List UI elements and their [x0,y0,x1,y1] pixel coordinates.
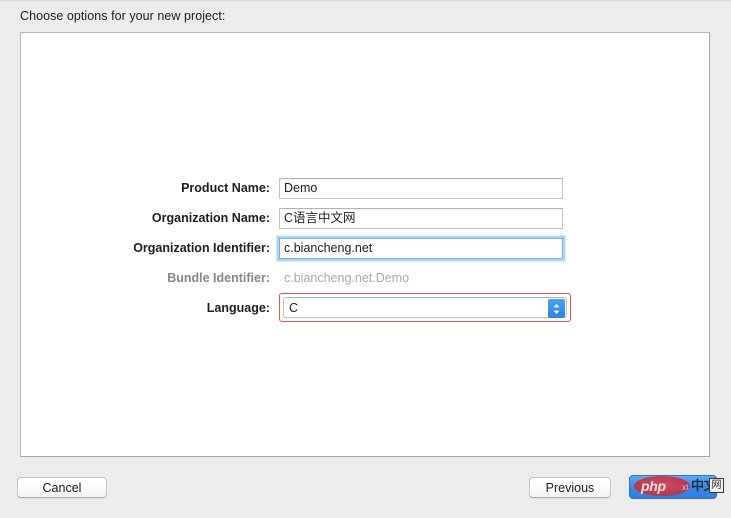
previous-button[interactable]: Previous [529,477,611,498]
label-organization-name: Organization Name: [151,211,270,225]
product-name-input[interactable]: Demo [279,177,563,199]
bundle-identifier-value: c.biancheng.net.Demo [284,271,410,285]
label-bundle-identifier: Bundle Identifier: [167,271,270,285]
language-popup-wrap: C [279,293,571,322]
form-row-organization-identifier: Organization Identifier: c.biancheng.net [21,237,711,259]
page-title: Choose options for your new project: [20,9,226,23]
form-row-language: Language: C [21,293,711,322]
form-row-organization-name: Organization Name: C语言中文网 [21,207,711,229]
label-organization-identifier: Organization Identifier: [133,241,270,255]
language-selected-value: C [289,300,299,315]
form-row-bundle-identifier: Bundle Identifier: c.biancheng.net.Demo [21,267,711,289]
window-top-edge [0,0,731,2]
cancel-button[interactable]: Cancel [17,477,107,498]
next-button[interactable]: Next [629,475,717,499]
options-panel: Product Name: Demo Organization Name: C语… [20,32,710,457]
form-row-product-name: Product Name: Demo [21,177,711,199]
organization-name-input[interactable]: C语言中文网 [279,207,563,229]
label-product-name: Product Name: [181,181,270,195]
stepper-updown-icon[interactable] [548,299,565,318]
language-select[interactable]: C [283,297,567,318]
organization-identifier-input[interactable]: c.biancheng.net [279,237,563,259]
label-language: Language: [206,300,270,315]
